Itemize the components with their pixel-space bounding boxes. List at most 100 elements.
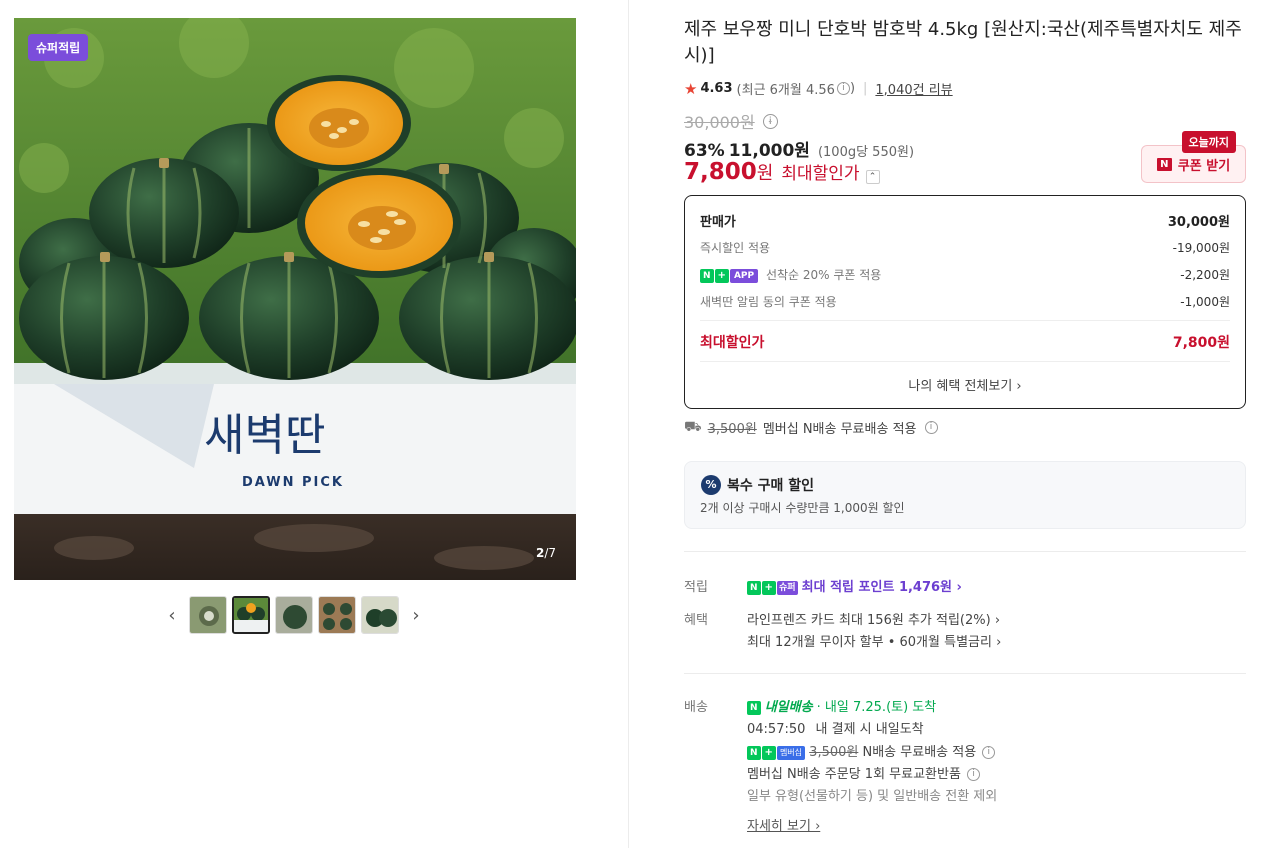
review-count-link[interactable]: 1,040건 리뷰	[875, 79, 952, 98]
naver-n-icon: N	[1156, 157, 1172, 171]
breakdown-max-price: 최대할인가 7,800원	[700, 332, 1230, 352]
breakdown-label: 새벽딴 알림 동의 쿠폰 적용	[700, 295, 837, 309]
points-row[interactable]: N + 슈퍼 최대 적립 포인트 1,476원 ›	[747, 576, 962, 595]
today-only-badge: 오늘까지	[1181, 131, 1236, 153]
section-divider	[684, 551, 1246, 552]
unit-price: (100g당 550원)	[817, 145, 915, 160]
shipping-fee: 3,500원	[809, 745, 859, 760]
multi-discount-title: 복수 구매 할인	[727, 478, 815, 494]
exchange-row: 멤버십 N배송 주문당 1회 무료교환반품 i	[747, 763, 981, 782]
breakdown-value: 30,000원	[1167, 215, 1230, 230]
plus-tag: +	[761, 580, 776, 595]
app-tag: APP	[729, 268, 759, 283]
image-counter: 2/7	[536, 546, 556, 560]
info-icon[interactable]: i	[762, 113, 778, 129]
countdown-row: 04:57:50 내 결제 시 내일도착	[747, 718, 924, 737]
thumbnail[interactable]	[318, 596, 356, 634]
product-gallery: 새벽딴 DAWN PICK 슈퍼적립 2/7 ‹ ›	[0, 0, 628, 848]
pumpkin-photo: 새벽딴 DAWN PICK	[14, 18, 576, 580]
membership-tag: 멤버십	[776, 745, 806, 760]
thumbnail[interactable]	[361, 596, 399, 634]
naver-n-tag: N	[747, 700, 761, 715]
view-details-link[interactable]: 자세히 보기 ›	[747, 815, 820, 834]
arrival-date: · 내일 7.25.(토) 도착	[816, 700, 937, 715]
thumbnail-strip: ‹ ›	[160, 596, 428, 634]
max-points-link[interactable]: 최대 적립 포인트 1,476원 ›	[802, 580, 962, 595]
rating-row: ★ 4.63 (최근 6개월 4.56 i) | 1,040건 리뷰	[684, 79, 953, 99]
multi-discount-desc: 2개 이상 구매시 수량만큼 1,000원 할인	[700, 501, 905, 515]
truck-icon: ⛟	[684, 418, 702, 435]
plus-tag: +	[761, 745, 776, 760]
shipping-summary: ⛟ 3,500원 멤버십 N배송 무료배송 적용 i	[684, 418, 938, 437]
breakdown-label: 최대할인가	[700, 335, 765, 351]
card-benefit-link[interactable]: 라인프렌즈 카드 최대 156원 추가 적립(2%) ›	[747, 609, 1000, 628]
breakdown-list-price: 판매가 30,000원	[700, 211, 1230, 230]
rating-recent-close: )	[849, 81, 856, 96]
breakdown-row: 즉시할인 적용 -19,000원	[700, 239, 1230, 256]
plus-tag: +	[714, 268, 729, 283]
max-price: 7,800	[684, 159, 757, 185]
view-all-benefits-link[interactable]: 나의 혜택 전체보기 ›	[685, 375, 1245, 394]
shipping-text: 멤버십 N배송 무료배송 적용	[762, 422, 917, 437]
info-icon[interactable]: i	[924, 421, 938, 434]
separator: |	[863, 81, 868, 96]
super-points-badge: 슈퍼적립	[28, 34, 89, 61]
chevron-left-icon[interactable]: ‹	[160, 596, 184, 634]
shipping-fee: 3,500원	[707, 422, 757, 437]
max-price-label: 최대할인가	[781, 164, 860, 184]
breakdown-label: 즉시할인 적용	[700, 241, 771, 255]
main-product-image[interactable]: 새벽딴 DAWN PICK 슈퍼적립 2/7	[14, 18, 576, 580]
percent-icon: %	[701, 475, 721, 495]
brand-logo-korean: 새벽딴	[204, 410, 325, 461]
brand-logo-english: DAWN PICK	[242, 475, 344, 490]
tomorrow-delivery-brand: 내일배송	[764, 700, 813, 715]
breakdown-label: 선착순 20% 쿠폰 적용	[765, 268, 882, 282]
get-coupon-label: 쿠폰 받기	[1177, 158, 1231, 174]
rating-recent: (최근 6개월 4.56	[736, 83, 835, 98]
breakdown-value: 7,800원	[1172, 335, 1230, 351]
breakdown-row: 새벽딴 알림 동의 쿠폰 적용 -1,000원	[700, 293, 1230, 310]
breakdown-value: -1,000원	[1180, 295, 1230, 309]
shipping-fee-text: N배송 무료배송 적용	[862, 745, 977, 760]
info-icon[interactable]: i	[982, 746, 996, 759]
delivery-label: 배송	[684, 700, 708, 715]
delivery-arrival-row: N 내일배송 · 내일 7.25.(토) 도착	[747, 696, 936, 715]
points-label: 적립	[684, 580, 708, 595]
chevron-right-icon[interactable]: ›	[404, 596, 428, 634]
chevron-up-icon[interactable]: ⌃	[865, 170, 880, 184]
sale-price-row: 63% 11,000원 (100g당 550원)	[684, 136, 914, 161]
thumbnail[interactable]	[189, 596, 227, 634]
exclusion-text: 일부 유형(선물하기 등) 및 일반배송 전환 제외	[747, 789, 998, 804]
installment-link[interactable]: 최대 12개월 무이자 할부 • 60개월 특별금리 ›	[747, 631, 1001, 650]
price-breakdown-box: 판매가 30,000원 즉시할인 적용 -19,000원 N + APP 선착순 2…	[684, 195, 1246, 409]
star-icon: ★	[684, 79, 698, 98]
rating-score: 4.63	[700, 81, 733, 96]
multi-purchase-discount: % 복수 구매 할인 2개 이상 구매시 수량만큼 1,000원 할인	[684, 461, 1246, 529]
free-exchange-text: 멤버십 N배송 주문당 1회 무료교환반품	[747, 767, 961, 782]
thumbnail-active[interactable]	[232, 596, 270, 634]
original-price-row: 30,000원 i	[684, 109, 778, 133]
naver-n-tag: N	[747, 580, 761, 595]
breakdown-row: N + APP 선착순 20% 쿠폰 적용 -2,200원	[700, 266, 1230, 283]
divider	[700, 361, 1230, 362]
column-divider	[628, 0, 629, 848]
super-tag: 슈퍼	[776, 580, 798, 595]
countdown-timer: 04:57:50	[747, 722, 806, 737]
info-icon[interactable]: i	[967, 768, 981, 781]
membership-shipping-row: N + 멤버십 3,500원 N배송 무료배송 적용 i	[747, 741, 996, 760]
info-icon[interactable]: i	[836, 82, 850, 95]
coupon-area: 오늘까지 N 쿠폰 받기	[1141, 131, 1246, 184]
thumbnail[interactable]	[275, 596, 313, 634]
image-counter-total: /7	[544, 546, 556, 560]
max-price-currency: 원	[756, 163, 774, 184]
breakdown-value: -19,000원	[1172, 241, 1230, 255]
naver-n-tag: N	[700, 268, 714, 283]
original-price: 30,000원	[684, 113, 755, 132]
breakdown-value: -2,200원	[1180, 268, 1230, 282]
countdown-text: 내 결제 시 내일도착	[815, 722, 924, 737]
naver-n-tag: N	[747, 745, 761, 760]
benefits-label: 혜택	[684, 613, 708, 628]
divider	[700, 320, 1230, 321]
section-divider	[684, 673, 1246, 674]
breakdown-label: 판매가	[700, 215, 736, 230]
